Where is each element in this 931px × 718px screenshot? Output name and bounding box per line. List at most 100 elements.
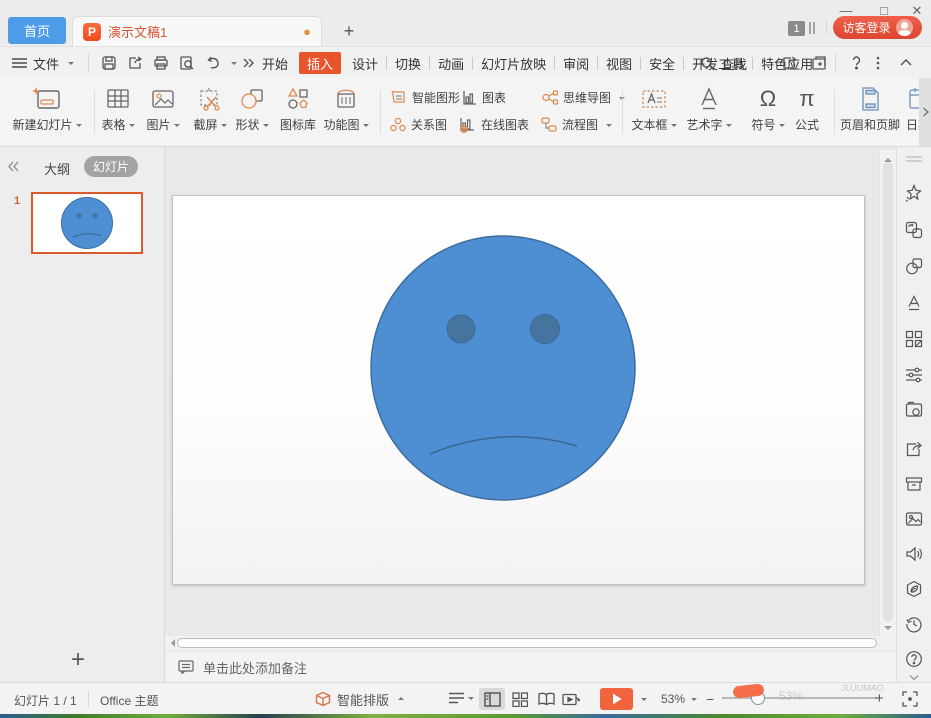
- smart-graphics-button[interactable]: 智能图形: [390, 89, 460, 106]
- task-count-badge[interactable]: 1: [788, 21, 805, 36]
- help-panel-icon[interactable]: [905, 650, 923, 668]
- wordart-tools-icon[interactable]: [905, 294, 923, 312]
- window-stack-icon[interactable]: [808, 20, 822, 36]
- slide-sorter-view-button[interactable]: [507, 688, 533, 710]
- play-slideshow-button[interactable]: [600, 688, 633, 710]
- new-tab-button[interactable]: +: [339, 21, 359, 42]
- home-tab[interactable]: 首页: [8, 17, 66, 44]
- audio-icon[interactable]: [905, 545, 923, 563]
- slideshow-setup-button[interactable]: [558, 688, 584, 710]
- print-preview-button[interactable]: [179, 55, 195, 71]
- document-title: 演示文稿1: [108, 25, 168, 40]
- shape-tools-icon[interactable]: [905, 257, 923, 275]
- help-icon[interactable]: [849, 55, 864, 70]
- mind-map-button[interactable]: 思维导图: [541, 89, 626, 106]
- ribbon: 新建幻灯片 表格 图片 截屏 形状 图标库 功能图 智能图形 关系图 图表 在线…: [0, 78, 931, 147]
- function-diagram-button[interactable]: 功能图: [320, 86, 372, 133]
- statusbar-divider: [88, 691, 89, 707]
- mind-map-icon: [542, 90, 558, 105]
- undo-button[interactable]: [205, 55, 223, 71]
- slide-counter: 幻灯片 1 / 1: [14, 694, 77, 708]
- eco-leaf-badge-icon[interactable]: [905, 580, 923, 598]
- save-button[interactable]: [101, 55, 117, 71]
- guest-login-button[interactable]: 访客登录: [833, 16, 922, 39]
- transition-shapes-icon[interactable]: [905, 221, 923, 239]
- sad-face-shape[interactable]: [173, 196, 864, 584]
- tab-insert[interactable]: 插入: [299, 52, 342, 74]
- more-menu-icon[interactable]: [875, 55, 881, 71]
- switch-window-icon[interactable]: [811, 55, 827, 71]
- smart-layout-button[interactable]: 智能排版: [315, 688, 405, 710]
- print-button[interactable]: [153, 55, 169, 71]
- zoom-in-button[interactable]: +: [875, 690, 884, 707]
- scroll-down-arrow[interactable]: [884, 626, 892, 634]
- tab-animation[interactable]: 动画: [430, 47, 472, 79]
- ribbon-scroll-right[interactable]: [919, 78, 931, 146]
- file-menu-button[interactable]: 文件: [12, 47, 75, 79]
- table-icon: [107, 89, 129, 108]
- adjust-sliders-icon[interactable]: [905, 366, 923, 384]
- tab-home[interactable]: 开始: [254, 47, 296, 79]
- horizontal-scrollbar[interactable]: [165, 636, 896, 650]
- zoom-out-button[interactable]: −: [706, 691, 714, 707]
- tab-transition[interactable]: 切换: [387, 47, 429, 79]
- picture-button[interactable]: 图片: [141, 86, 185, 133]
- relation-diagram-button[interactable]: 关系图: [390, 116, 447, 133]
- header-footer-button[interactable]: 页眉和页脚: [838, 86, 902, 133]
- chart-button[interactable]: 图表: [462, 89, 506, 106]
- document-tab[interactable]: P 演示文稿1 ●: [72, 16, 322, 46]
- material-box-icon[interactable]: [905, 475, 923, 493]
- vertical-scrollbar[interactable]: [879, 150, 896, 636]
- tab-slideshow[interactable]: 幻灯片放映: [473, 47, 554, 79]
- image-panel-icon[interactable]: [905, 510, 923, 528]
- collapse-ribbon-icon[interactable]: [899, 57, 913, 67]
- symbol-button[interactable]: Ω 符号: [746, 86, 790, 133]
- flow-chart-button[interactable]: 流程图: [541, 116, 613, 133]
- online-chart-button[interactable]: 在线图表: [458, 116, 529, 133]
- find-button[interactable]: 查找: [700, 47, 747, 79]
- history-icon[interactable]: [905, 615, 923, 633]
- horizontal-scroll-thumb[interactable]: [177, 638, 877, 648]
- scroll-left-arrow[interactable]: [167, 639, 175, 647]
- icon-library-button[interactable]: 图标库: [276, 86, 320, 133]
- unsaved-indicator-dot: ●: [303, 24, 311, 39]
- undo-dropdown-arrow[interactable]: [231, 62, 237, 68]
- collapse-panel-button[interactable]: [8, 161, 19, 172]
- sidebar-drag-handle[interactable]: [905, 155, 923, 173]
- outline-tab[interactable]: 大纲: [44, 159, 70, 178]
- beautify-star-icon[interactable]: [905, 184, 923, 202]
- text-box-button[interactable]: 文本框: [630, 86, 678, 133]
- mind-map-label: 思维导图: [563, 91, 612, 105]
- new-slide-button[interactable]: 新建幻灯片: [9, 86, 85, 133]
- shapes-button[interactable]: 形状: [230, 86, 274, 133]
- screenshot-button[interactable]: 截屏: [188, 86, 232, 133]
- tab-review[interactable]: 审阅: [555, 47, 597, 79]
- notes-bar[interactable]: 单击此处添加备注: [165, 652, 896, 682]
- normal-view-button[interactable]: [479, 688, 505, 710]
- zoom-percentage[interactable]: 53%: [661, 692, 685, 706]
- notes-toggle-button[interactable]: [448, 691, 474, 705]
- slide-thumbnail[interactable]: [31, 192, 143, 254]
- zoom-dropdown-arrow[interactable]: [691, 698, 697, 704]
- layout-grid-icon[interactable]: [905, 330, 923, 348]
- symbol-icon: Ω: [759, 86, 777, 111]
- tab-view[interactable]: 视图: [598, 47, 640, 79]
- export-button[interactable]: [127, 55, 143, 71]
- share-icon[interactable]: [781, 55, 797, 71]
- vertical-scroll-thumb[interactable]: [883, 162, 893, 622]
- slide-canvas[interactable]: [172, 195, 865, 585]
- slides-tab[interactable]: 幻灯片: [84, 156, 138, 177]
- fit-slide-button[interactable]: [902, 691, 918, 707]
- word-art-button[interactable]: 艺术字: [684, 86, 734, 133]
- reading-view-button[interactable]: [533, 688, 559, 710]
- theme-name[interactable]: Office 主题: [100, 692, 158, 709]
- scroll-up-arrow[interactable]: [884, 154, 892, 162]
- tab-design[interactable]: 设计: [344, 47, 386, 79]
- formula-button[interactable]: π 公式: [789, 86, 825, 133]
- picture-tools-icon[interactable]: [905, 401, 923, 419]
- table-button[interactable]: 表格: [96, 86, 140, 133]
- share-panel-icon[interactable]: [905, 440, 923, 458]
- play-options-arrow[interactable]: [641, 698, 647, 704]
- tab-security[interactable]: 安全: [641, 47, 683, 79]
- add-slide-button[interactable]: +: [63, 645, 93, 675]
